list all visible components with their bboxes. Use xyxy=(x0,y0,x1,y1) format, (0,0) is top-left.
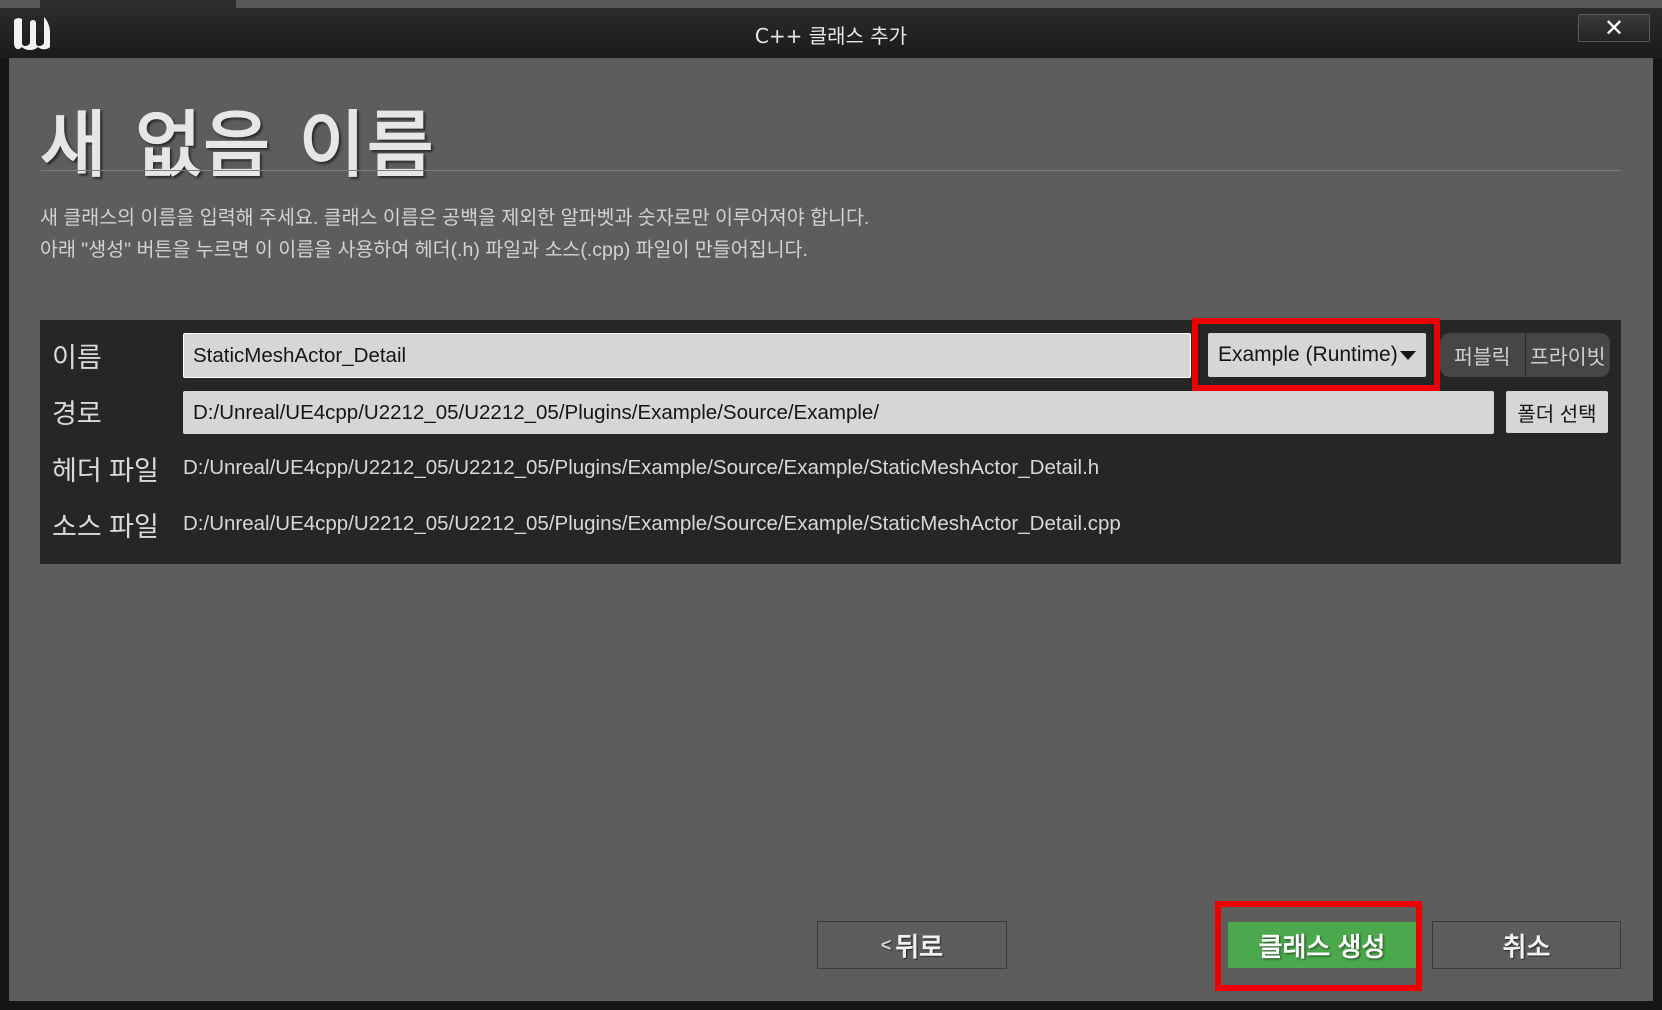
top-strip xyxy=(0,0,1662,8)
header-file-path: D:/Unreal/UE4cpp/U2212_05/U2212_05/Plugi… xyxy=(183,456,1100,479)
source-file-path: D:/Unreal/UE4cpp/U2212_05/U2212_05/Plugi… xyxy=(183,512,1121,535)
description-line-2: 아래 "생성" 버튼을 누르면 이 이름을 사용하여 헤더(.h) 파일과 소스… xyxy=(40,239,808,261)
path-input[interactable]: D:/Unreal/UE4cpp/U2212_05/U2212_05/Plugi… xyxy=(183,391,1494,434)
private-toggle[interactable]: 프라이빗 xyxy=(1526,333,1611,377)
source-file-label: 소스 파일 xyxy=(52,512,159,542)
access-toggle-group: 퍼블릭 프라이빗 xyxy=(1440,333,1610,377)
back-button[interactable]: < 뒤로 xyxy=(817,921,1007,969)
cancel-button[interactable]: 취소 xyxy=(1432,921,1621,969)
name-label: 이름 xyxy=(52,343,102,373)
header-file-label: 헤더 파일 xyxy=(52,456,159,486)
top-strip-dark xyxy=(40,0,236,8)
close-icon: ✕ xyxy=(1603,14,1625,42)
create-highlight-box xyxy=(1215,901,1422,991)
close-button[interactable]: ✕ xyxy=(1578,14,1650,42)
window-title: C++ 클래스 추가 xyxy=(754,24,908,48)
title-divider xyxy=(41,170,1621,171)
path-label: 경로 xyxy=(52,399,102,429)
back-button-label: 뒤로 xyxy=(895,931,944,962)
page-title: 새 없음 이름 xyxy=(40,103,436,187)
chevron-left-icon: < xyxy=(880,934,892,955)
public-toggle[interactable]: 퍼블릭 xyxy=(1440,333,1525,377)
class-name-input[interactable]: StaticMeshActor_Detail xyxy=(183,333,1191,378)
choose-folder-button[interactable]: 폴더 선택 xyxy=(1506,391,1608,433)
module-highlight-box xyxy=(1192,318,1440,391)
description-line-1: 새 클래스의 이름을 입력해 주세요. 클래스 이름은 공백을 제외한 알파벳과… xyxy=(40,207,870,229)
